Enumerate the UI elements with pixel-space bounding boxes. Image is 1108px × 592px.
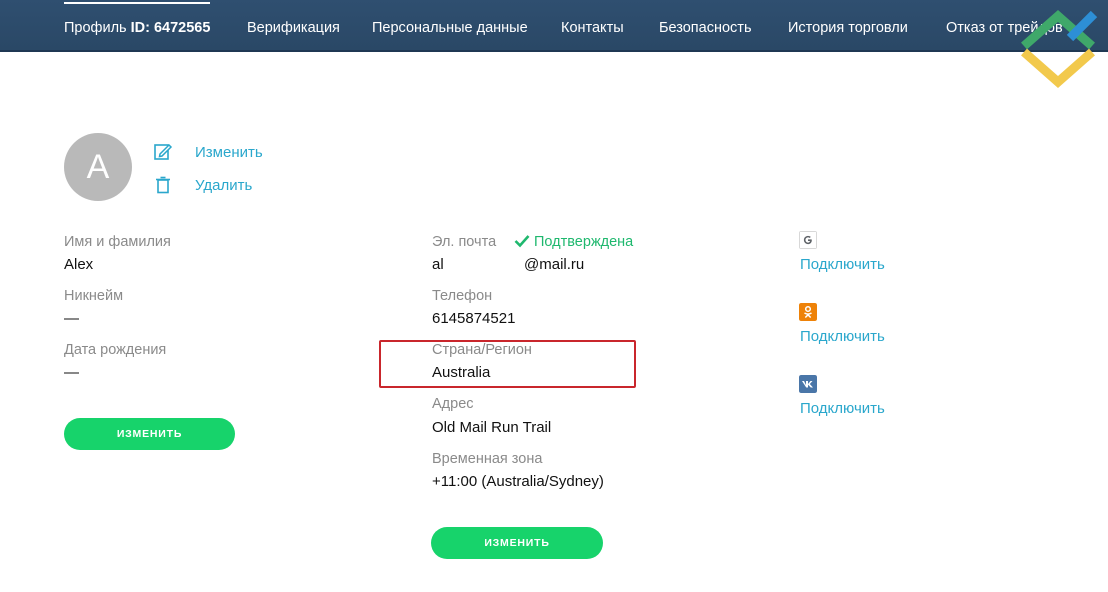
timezone-label: Временная зона: [432, 451, 543, 467]
email-status: Подтверждена: [534, 234, 634, 250]
edit-avatar-label: Изменить: [195, 144, 263, 161]
name-label: Имя и фамилия: [64, 234, 171, 250]
connect-vk-link[interactable]: Подключить: [800, 400, 885, 417]
tab-trade-history[interactable]: История торговли: [788, 0, 908, 52]
phone-value: 6145874521: [432, 310, 516, 327]
odnoklassniki-icon: [799, 303, 817, 321]
edit-avatar-button[interactable]: Изменить: [153, 142, 273, 164]
email-label: Эл. почта: [432, 234, 497, 250]
nickname-value: —: [64, 310, 79, 327]
brand-logo-icon: [1021, 9, 1098, 89]
nickname-label: Никнейм: [64, 288, 124, 304]
phone-label: Телефон: [432, 288, 493, 304]
trash-icon: [156, 176, 170, 194]
country-value: Australia: [432, 364, 491, 381]
google-icon: [799, 231, 817, 249]
birthdate-label: Дата рождения: [64, 342, 167, 358]
edit-contact-button[interactable]: ИЗМЕНИТЬ: [431, 527, 603, 559]
edit-icon: [154, 143, 173, 160]
address-value: Old Mail Run Trail: [432, 419, 552, 436]
country-label: Страна/Регион: [432, 342, 532, 358]
tab-profile-label: Профиль: [64, 20, 131, 36]
tab-personal-data[interactable]: Персональные данные: [372, 0, 528, 52]
avatar: A: [64, 133, 132, 201]
timezone-value: +11:00 (Australia/Sydney): [432, 473, 604, 490]
birthdate-value: —: [64, 364, 79, 381]
checkmark-icon: [514, 235, 530, 248]
top-navigation: Профиль ID: 6472565 Верификация Персонал…: [0, 0, 1108, 52]
profile-id: ID: 6472565: [130, 20, 211, 36]
tab-contacts[interactable]: Контакты: [561, 0, 624, 52]
address-label: Адрес: [432, 396, 474, 412]
connect-odnoklassniki-link[interactable]: Подключить: [800, 328, 885, 345]
tab-verification[interactable]: Верификация: [247, 0, 340, 52]
edit-personal-button[interactable]: ИЗМЕНИТЬ: [64, 418, 235, 450]
connect-google-link[interactable]: Подключить: [800, 256, 885, 273]
email-verified-badge: Подтверждена: [514, 234, 633, 250]
tab-security[interactable]: Безопасность: [659, 0, 752, 52]
email-value-domain: @mail.ru: [524, 256, 585, 273]
email-value-local: al: [432, 256, 444, 273]
name-value: Alex: [64, 256, 94, 273]
delete-avatar-button[interactable]: Удалить: [153, 175, 263, 197]
delete-avatar-label: Удалить: [195, 177, 253, 194]
tab-profile[interactable]: Профиль ID: 6472565: [64, 0, 211, 52]
vk-icon: [799, 375, 817, 393]
